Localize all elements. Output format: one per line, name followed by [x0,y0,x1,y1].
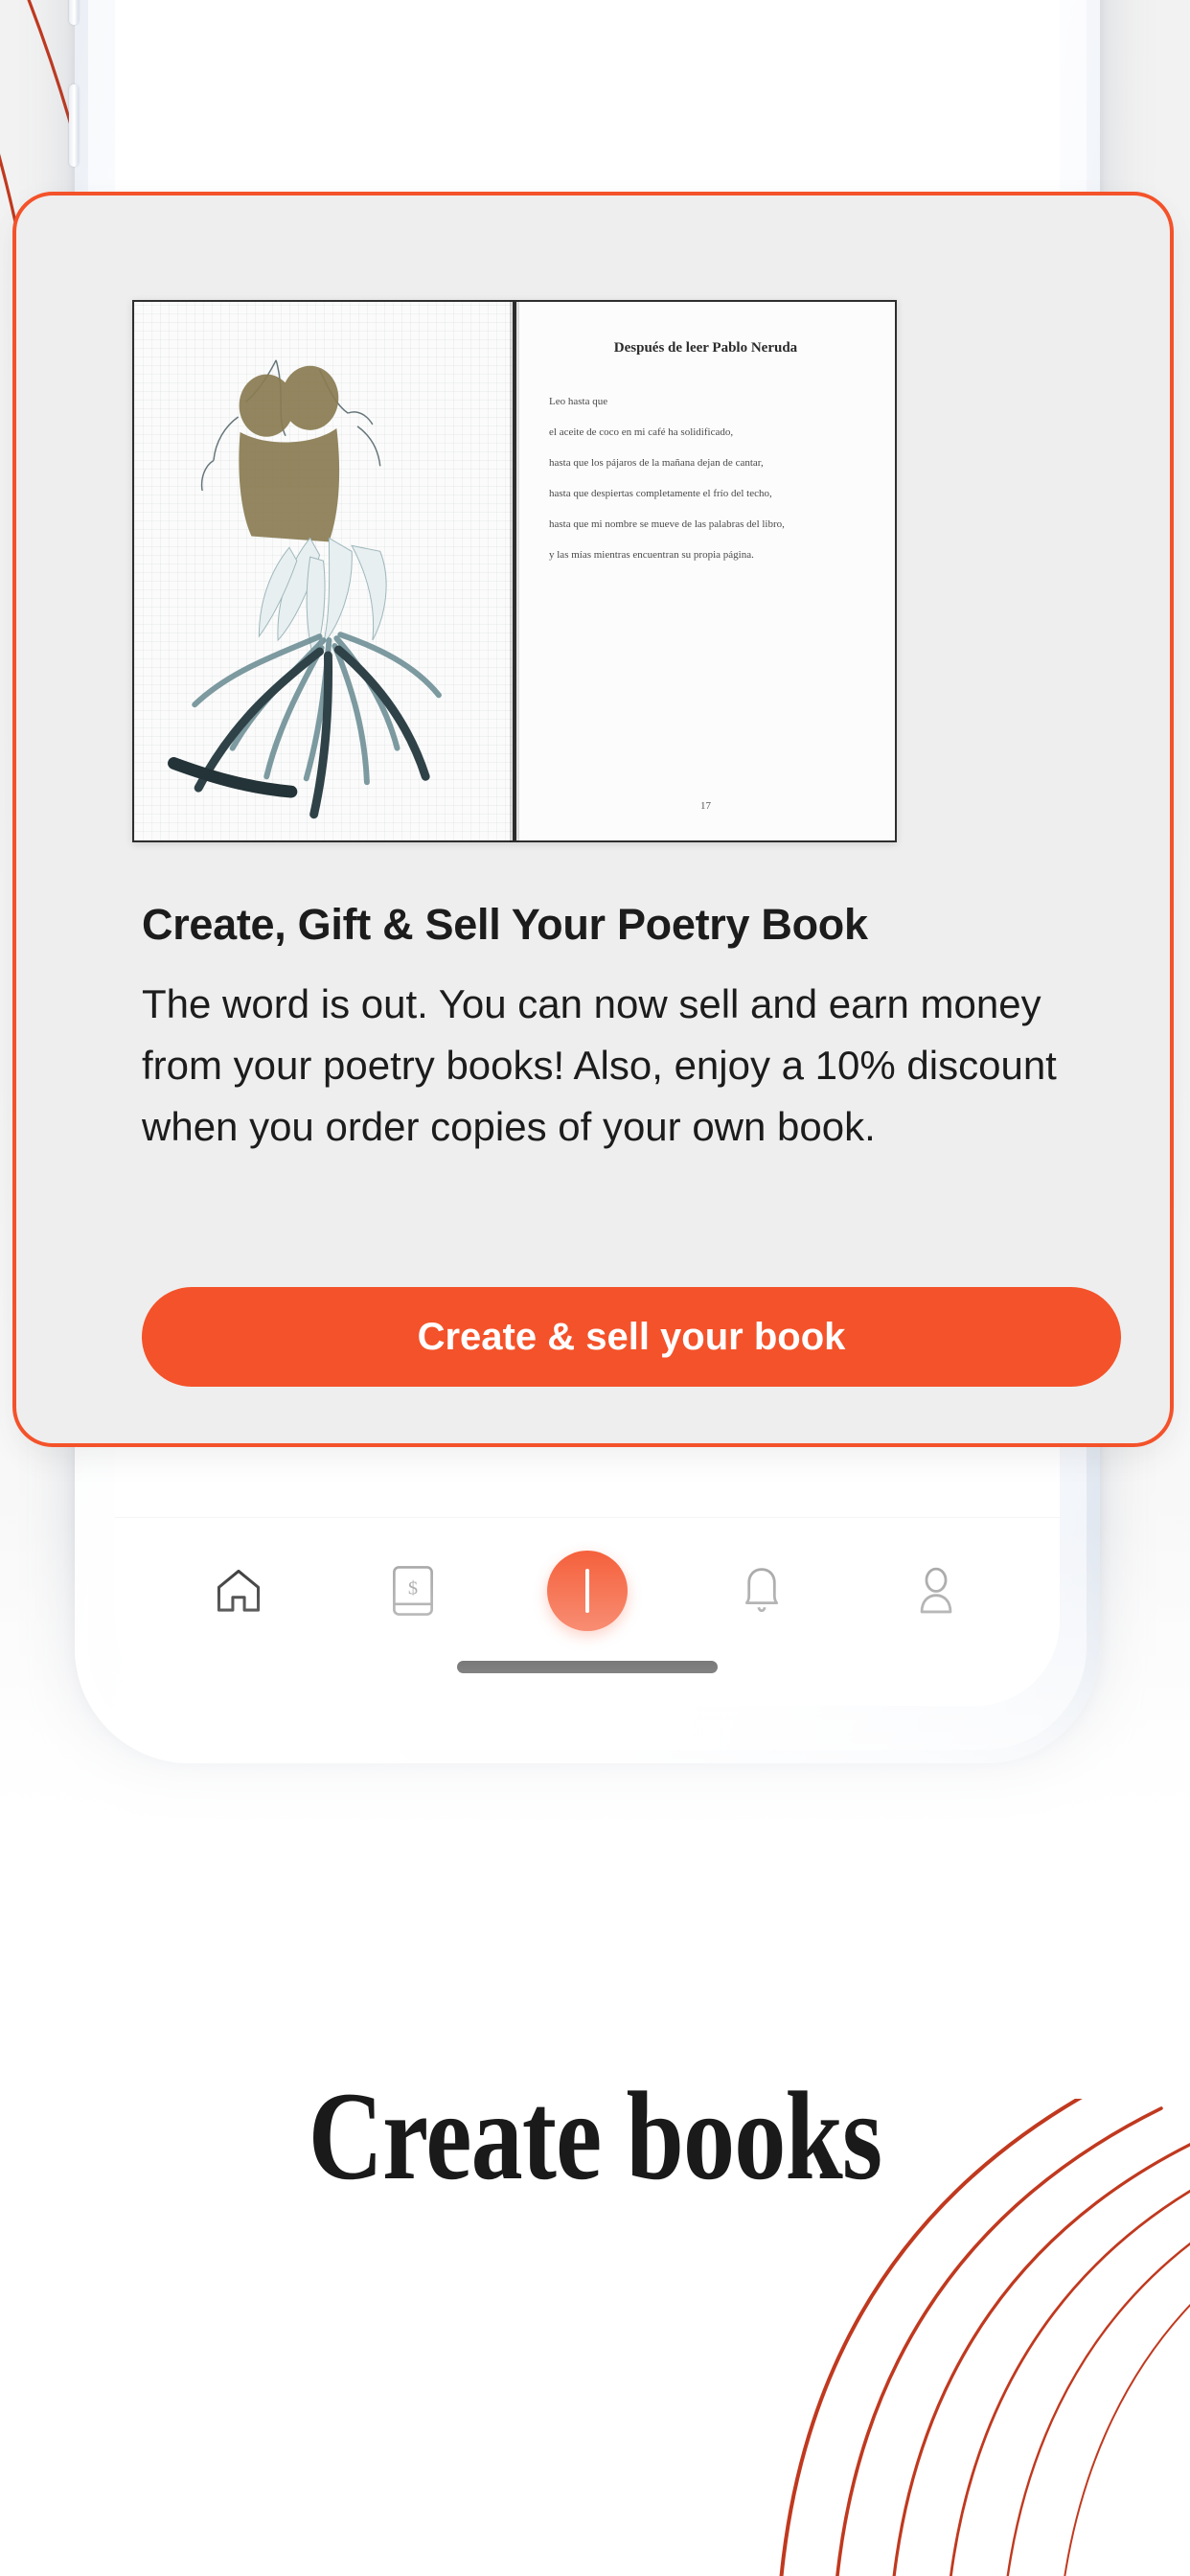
hero-section: Create books [0,1926,1190,2576]
volume-up-button[interactable] [69,0,79,25]
flower-illustration [168,359,442,819]
poem-line: hasta que mi nombre se mueve de las pala… [549,518,785,530]
poem-line: hasta que los pájaros de la mañana dejan… [549,457,764,469]
poem-lines: Leo hasta que el aceite de coco en mi ca… [549,396,870,580]
book-right-page: Después de leer Pablo Neruda Leo hasta q… [515,300,897,842]
promo-card: Después de leer Pablo Neruda Leo hasta q… [12,192,1174,1447]
poem-line: hasta que despiertas completamente el fr… [549,488,772,499]
page-root: POEMS BOOKSTORE Recent Bestsellers Top p… [0,0,1190,2576]
phone-scene: POEMS BOOKSTORE Recent Bestsellers Top p… [0,0,1190,1926]
promo-card-body: The word is out. You can now sell and ea… [142,981,1057,1149]
book-left-page [132,300,515,842]
poem-line: Leo hasta que [549,396,608,407]
promo-card-title: Create, Gift & Sell Your Poetry Book [142,900,868,949]
create-and-sell-book-button[interactable]: Create & sell your book [142,1287,1121,1387]
decorative-arc-lines [779,2099,1190,2576]
poem-title: Después de leer Pablo Neruda [613,340,798,356]
open-book: Después de leer Pablo Neruda Leo hasta q… [132,300,897,842]
scene-bottom-fade [0,1524,1190,1926]
page-number: 17 [700,800,711,812]
book-spine [510,300,519,842]
poem-line: y las mías mientras encuentran su propia… [549,549,754,561]
poem-line: el aceite de coco en mi café ha solidifi… [549,426,734,438]
book-preview-image: Después de leer Pablo Neruda Leo hasta q… [132,300,897,842]
volume-down-button[interactable] [69,84,79,167]
